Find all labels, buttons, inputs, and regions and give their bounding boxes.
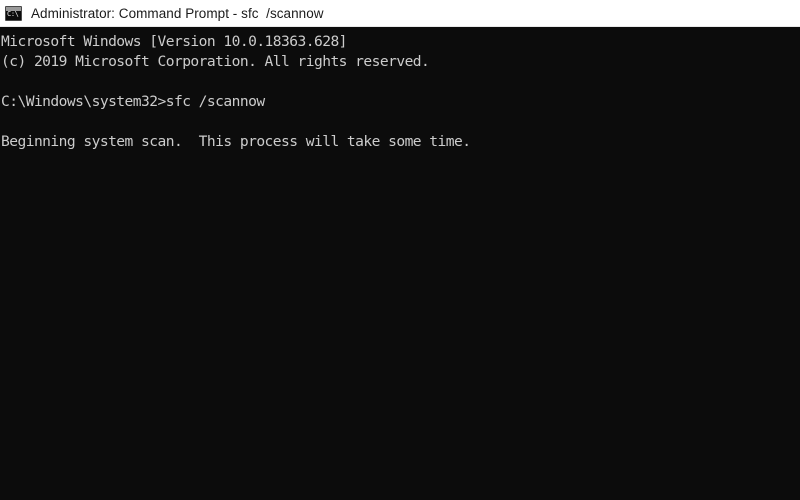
- window-title-text: Administrator: Command Prompt - sfc /sca…: [31, 5, 324, 21]
- command-prompt-window: C:\. Administrator: Command Prompt - sfc…: [0, 0, 800, 500]
- console-line: (c) 2019 Microsoft Corporation. All righ…: [1, 53, 430, 70]
- console-output-area[interactable]: Microsoft Windows [Version 10.0.18363.62…: [0, 27, 800, 500]
- command-prompt-icon-glyph: C:\.: [7, 9, 20, 18]
- window-titlebar[interactable]: C:\. Administrator: Command Prompt - sfc…: [0, 0, 800, 27]
- console-line: Beginning system scan. This process will…: [1, 133, 471, 150]
- command-prompt-icon: C:\.: [5, 5, 22, 21]
- console-line: Microsoft Windows [Version 10.0.18363.62…: [1, 33, 347, 50]
- console-line: C:\Windows\system32>sfc /scannow: [1, 93, 265, 110]
